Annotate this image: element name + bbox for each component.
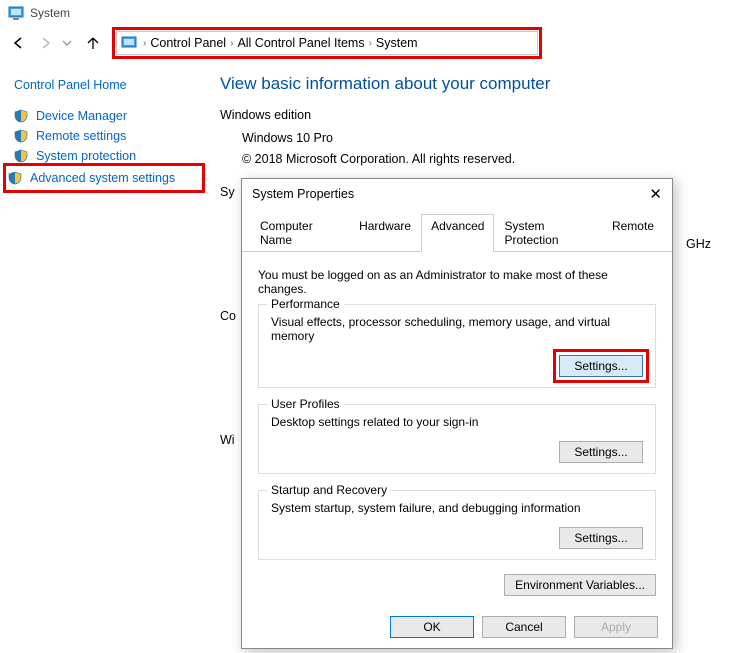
environment-variables-button[interactable]: Environment Variables... bbox=[504, 574, 656, 596]
user-profiles-legend: User Profiles bbox=[267, 397, 344, 411]
sidebar-item-label: System protection bbox=[36, 149, 136, 163]
admin-note: You must be logged on as an Administrato… bbox=[258, 268, 656, 296]
tab-hardware[interactable]: Hardware bbox=[349, 214, 421, 252]
copyright-text: © 2018 Microsoft Corporation. All rights… bbox=[242, 149, 736, 170]
startup-recovery-desc: System startup, system failure, and debu… bbox=[271, 501, 643, 515]
performance-group: Performance Visual effects, processor sc… bbox=[258, 304, 656, 388]
chevron-right-icon: › bbox=[369, 38, 372, 49]
dialog-titlebar: System Properties ✕ bbox=[242, 179, 672, 209]
tab-system-protection[interactable]: System Protection bbox=[494, 214, 601, 252]
user-profiles-group: User Profiles Desktop settings related t… bbox=[258, 404, 656, 474]
sidebar-item-advanced-system-settings[interactable]: Advanced system settings bbox=[8, 168, 200, 188]
recent-dropdown[interactable] bbox=[56, 32, 78, 54]
breadcrumb[interactable]: All Control Panel Items bbox=[237, 36, 364, 50]
user-profiles-settings-button[interactable]: Settings... bbox=[559, 441, 643, 463]
ghz-fragment: GHz bbox=[686, 237, 711, 251]
system-icon bbox=[121, 35, 137, 51]
chevron-right-icon: › bbox=[143, 38, 146, 49]
sidebar: Control Panel Home Device Manager Remote… bbox=[0, 70, 200, 447]
sidebar-item-system-protection[interactable]: System protection bbox=[14, 146, 200, 166]
ok-button[interactable]: OK bbox=[390, 616, 474, 638]
tab-computer-name[interactable]: Computer Name bbox=[250, 214, 349, 252]
window-titlebar: System bbox=[0, 0, 756, 26]
sidebar-item-label: Device Manager bbox=[36, 109, 127, 123]
performance-settings-button[interactable]: Settings... bbox=[559, 355, 643, 377]
sidebar-item-label: Remote settings bbox=[36, 129, 126, 143]
cancel-button[interactable]: Cancel bbox=[482, 616, 566, 638]
edition-name: Windows 10 Pro bbox=[242, 128, 736, 149]
system-icon bbox=[8, 5, 24, 21]
dialog-footer: OK Cancel Apply bbox=[242, 606, 672, 648]
up-button[interactable] bbox=[82, 32, 104, 54]
startup-recovery-legend: Startup and Recovery bbox=[267, 483, 391, 497]
window-title: System bbox=[30, 6, 70, 20]
dialog-tabs: Computer Name Hardware Advanced System P… bbox=[242, 213, 672, 252]
close-button[interactable]: ✕ bbox=[649, 185, 662, 203]
windows-edition-header: Windows edition bbox=[220, 108, 736, 122]
sidebar-item-device-manager[interactable]: Device Manager bbox=[14, 106, 200, 126]
address-bar[interactable]: › Control Panel › All Control Panel Item… bbox=[116, 31, 538, 55]
sidebar-item-label: Advanced system settings bbox=[30, 171, 175, 185]
back-button[interactable] bbox=[8, 32, 30, 54]
breadcrumb[interactable]: System bbox=[376, 36, 418, 50]
startup-recovery-settings-button[interactable]: Settings... bbox=[559, 527, 643, 549]
shield-icon bbox=[14, 149, 28, 163]
nav-row: › Control Panel › All Control Panel Item… bbox=[0, 26, 756, 60]
system-properties-dialog: System Properties ✕ Computer Name Hardwa… bbox=[241, 178, 673, 649]
control-panel-home-link[interactable]: Control Panel Home bbox=[14, 78, 200, 92]
sidebar-item-remote-settings[interactable]: Remote settings bbox=[14, 126, 200, 146]
page-heading: View basic information about your comput… bbox=[220, 74, 736, 94]
performance-desc: Visual effects, processor scheduling, me… bbox=[271, 315, 643, 343]
apply-button[interactable]: Apply bbox=[574, 616, 658, 638]
dialog-title-text: System Properties bbox=[252, 187, 354, 201]
tab-advanced[interactable]: Advanced bbox=[421, 214, 494, 252]
shield-icon bbox=[14, 109, 28, 123]
chevron-right-icon: › bbox=[230, 38, 233, 49]
shield-icon bbox=[8, 171, 22, 185]
tab-remote[interactable]: Remote bbox=[602, 214, 664, 252]
forward-button[interactable] bbox=[34, 35, 56, 51]
user-profiles-desc: Desktop settings related to your sign-in bbox=[271, 415, 643, 429]
shield-icon bbox=[14, 129, 28, 143]
breadcrumb[interactable]: Control Panel bbox=[150, 36, 226, 50]
startup-recovery-group: Startup and Recovery System startup, sys… bbox=[258, 490, 656, 560]
performance-legend: Performance bbox=[267, 297, 344, 311]
